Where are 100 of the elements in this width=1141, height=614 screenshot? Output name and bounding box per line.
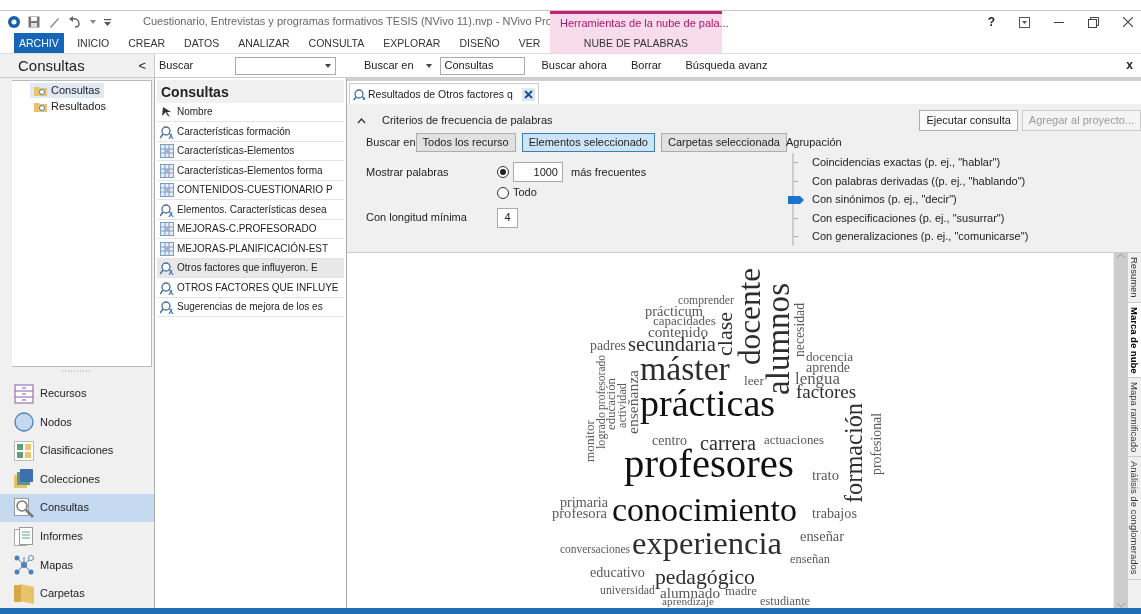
cloud-word: aprende bbox=[806, 363, 850, 374]
view-tab[interactable]: Mapa ramificado bbox=[1128, 378, 1141, 458]
view-tab[interactable]: Resumen bbox=[1128, 252, 1141, 303]
network-icon bbox=[14, 555, 34, 576]
cloud-word: trabajos bbox=[812, 508, 857, 519]
cloud-word: contenido bbox=[648, 326, 708, 338]
grid-icon bbox=[160, 183, 174, 198]
cloud-word: profesores bbox=[624, 449, 794, 488]
save-icon[interactable] bbox=[28, 16, 40, 28]
min-length-field[interactable]: 4 bbox=[497, 207, 518, 228]
view-tab[interactable]: Marca de nube bbox=[1128, 302, 1141, 379]
collapse-button[interactable]: < bbox=[138, 57, 146, 74]
find-bar-button[interactable]: Buscar ahora bbox=[541, 58, 607, 73]
grouping-option[interactable]: Con palabras derivadas ((p. ej., "hablando") bbox=[812, 174, 1026, 188]
cloud-word: alumnado bbox=[660, 587, 720, 599]
count-suffix-label: más frecuentes bbox=[571, 165, 647, 179]
tree-item[interactable]: Consultas bbox=[30, 83, 104, 99]
ribbon-tab[interactable]: INICIO bbox=[67, 33, 119, 53]
list-row[interactable]: Características-Elementos bbox=[157, 141, 344, 162]
folder-icon bbox=[34, 85, 47, 97]
cloud-word: estudiante bbox=[760, 597, 811, 607]
cloud-word: conocimiento bbox=[612, 497, 798, 530]
pen-icon[interactable] bbox=[48, 16, 60, 28]
help-button[interactable]: ? bbox=[987, 14, 995, 30]
cloud-word: aprendizaje bbox=[662, 597, 714, 606]
close-icon[interactable] bbox=[521, 87, 535, 101]
undo-icon[interactable] bbox=[68, 16, 82, 28]
splitter-grip-icon[interactable] bbox=[62, 370, 92, 373]
cloud-word: prácticum bbox=[645, 306, 703, 317]
slider-thumb[interactable] bbox=[788, 195, 804, 204]
cloud-word: universidad bbox=[600, 587, 655, 596]
cloud-word: enseñar bbox=[800, 531, 845, 542]
close-icon[interactable] bbox=[1123, 17, 1133, 27]
tree-item[interactable]: Resultados bbox=[30, 99, 111, 115]
ribbon-tab[interactable]: DATOS bbox=[174, 33, 229, 53]
count-field[interactable]: 1000 bbox=[513, 162, 563, 183]
ribbon-display-icon[interactable] bbox=[1019, 16, 1030, 28]
search-in-field[interactable]: Consultas bbox=[439, 56, 525, 75]
nav-section-item[interactable]: Recursos bbox=[0, 379, 154, 408]
cloud-word: docencia bbox=[806, 352, 854, 362]
ribbon-tab[interactable]: EXPLORAR bbox=[373, 33, 450, 53]
cloud-word: educativo bbox=[590, 567, 645, 578]
restore-icon[interactable] bbox=[1088, 16, 1099, 28]
scope-button[interactable]: Elementos seleccionado bbox=[521, 133, 655, 153]
cloud-word: profesorado bbox=[597, 355, 606, 410]
list-row[interactable]: OTROS FACTORES QUE INFLUYE bbox=[157, 278, 344, 298]
magnifier-icon bbox=[160, 202, 174, 217]
list-row[interactable]: Características-Elementos forma bbox=[157, 161, 344, 181]
nav-section-item[interactable]: Informes bbox=[0, 522, 154, 551]
grouping-option[interactable]: Con generalizaciones (p. ej., "comunicarse") bbox=[812, 230, 1029, 244]
ribbon-tab[interactable]: DISEÑO bbox=[449, 33, 510, 53]
ribbon-tab[interactable]: VER bbox=[509, 33, 550, 53]
search-in-label[interactable]: Buscar en bbox=[360, 58, 414, 73]
run-query-button[interactable]: Ejecutar consulta bbox=[919, 110, 1018, 132]
list-row[interactable]: Características formación bbox=[157, 122, 344, 142]
section-title: Criterios de frecuencia de palabras bbox=[382, 114, 553, 128]
column-header[interactable]: Nombre bbox=[157, 102, 344, 123]
nav-section-item[interactable]: Mapas bbox=[0, 550, 154, 580]
cloud-word: secundaria bbox=[628, 337, 716, 353]
list-row[interactable]: MEJORAS-C.PROFESORADO bbox=[157, 219, 344, 240]
scope-button[interactable]: Todos los recurso bbox=[415, 133, 516, 153]
radio-button[interactable] bbox=[497, 166, 509, 179]
customize-icon[interactable] bbox=[104, 18, 111, 26]
list-row[interactable]: Elementos. Características desea bbox=[157, 200, 344, 220]
cloud-word: trato bbox=[812, 470, 840, 482]
app-logo-icon[interactable] bbox=[8, 16, 20, 28]
find-bar-button[interactable]: Búsqueda avanz bbox=[685, 58, 768, 73]
grouping-option[interactable]: Con sinónimos (p. ej., "decir") bbox=[812, 193, 957, 207]
find-bar-button[interactable]: Borrar bbox=[630, 58, 662, 73]
nav-section-item[interactable]: Colecciones bbox=[0, 465, 154, 494]
cloud-word: padres bbox=[590, 341, 626, 352]
caret-icon[interactable] bbox=[425, 63, 432, 68]
cloud-word: actividad bbox=[618, 383, 628, 428]
ribbon-tab[interactable]: CREAR bbox=[118, 33, 175, 53]
list-row[interactable]: Sugerencias de mejora de los es bbox=[157, 297, 344, 318]
list-row[interactable]: MEJORAS-PLANIFICACIÓN-EST bbox=[157, 239, 344, 259]
radio-option[interactable]: Todo bbox=[497, 186, 647, 200]
list-row[interactable]: CONTENIDOS-CUESTIONARIO P bbox=[157, 180, 344, 201]
nav-section-item[interactable]: Nodos bbox=[0, 407, 154, 437]
ribbon-tab[interactable]: CONSULTA bbox=[299, 33, 374, 53]
document-icon bbox=[14, 526, 34, 547]
document-tab[interactable]: Resultados de Otros factores q bbox=[349, 83, 539, 104]
view-tab[interactable]: Análisis de conglomerados bbox=[1128, 457, 1141, 580]
list-row[interactable]: Otros factores que influyeron. E bbox=[157, 258, 344, 279]
grouping-option[interactable]: Con especificaciones (p. ej., "susurrar") bbox=[812, 211, 1005, 225]
collapse-chevron-icon[interactable] bbox=[357, 117, 366, 124]
cloud-word: formación bbox=[845, 403, 864, 503]
ribbon-tab[interactable]: ANALIZAR bbox=[228, 33, 300, 53]
grouping-label: Agrupación bbox=[786, 136, 843, 150]
nav-section-item[interactable]: Carpetas bbox=[0, 579, 154, 608]
nav-section-item[interactable]: Consultas bbox=[0, 493, 154, 523]
cloud-word: educación bbox=[607, 378, 617, 430]
nav-section-item[interactable]: Clasificaciones bbox=[0, 436, 154, 466]
grouping-option[interactable]: Coincidencias exactas (p. ej., "hablar") bbox=[812, 156, 1001, 170]
close-find-bar-button[interactable]: x bbox=[1126, 58, 1133, 73]
cloud-word: carrera bbox=[700, 436, 757, 452]
min-length-label: Con longitud mínima bbox=[366, 210, 468, 225]
file-tab[interactable]: ARCHIV bbox=[14, 33, 64, 53]
cloud-word: docente bbox=[738, 268, 762, 365]
scope-button[interactable]: Carpetas seleccionada bbox=[661, 133, 787, 153]
